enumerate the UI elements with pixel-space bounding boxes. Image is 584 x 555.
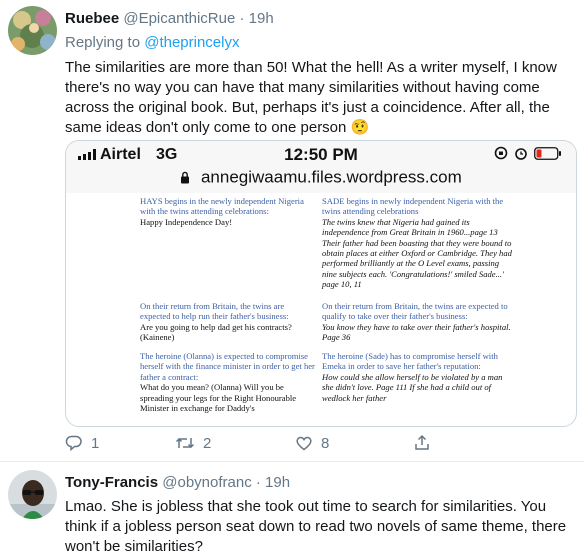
- like-count: 8: [321, 434, 330, 452]
- left-heading-3: The heroine (Olanna) is expected to comp…: [140, 351, 315, 382]
- user-handle[interactable]: @EpicanthicRue: [123, 10, 235, 27]
- share-icon: [415, 434, 429, 450]
- tweet-actions: 1 2 8: [65, 434, 465, 454]
- timestamp[interactable]: 19h: [265, 474, 290, 491]
- avatar[interactable]: [8, 470, 57, 519]
- right-quote-3: How could she allow herself to be violat…: [322, 371, 503, 403]
- mention-link[interactable]: @theprincelyx: [144, 34, 239, 51]
- browser-url-bar: annegiwaamu.files.wordpress.com: [66, 167, 576, 193]
- display-name[interactable]: Ruebee: [65, 10, 119, 27]
- replying-to: Replying to @theprincelyx: [65, 34, 240, 51]
- right-item-1: SADE begins in newly independent Nigeria…: [322, 196, 512, 290]
- reply-button[interactable]: 1: [65, 434, 99, 452]
- tweet-header: Ruebee @EpicanthicRue · 19h: [65, 10, 274, 27]
- right-quote-2: You know they have to take over their fa…: [322, 321, 511, 343]
- tweet-ruebee[interactable]: Ruebee @EpicanthicRue · 19h Replying to …: [0, 0, 584, 462]
- right-item-3: The heroine (Sade) has to compromise her…: [322, 351, 512, 403]
- reply-count: 1: [91, 434, 100, 452]
- display-name[interactable]: Tony-Francis: [65, 474, 158, 491]
- right-quote-1: The twins knew that Nigeria had gained i…: [322, 216, 512, 290]
- url-text: annegiwaamu.files.wordpress.com: [200, 167, 462, 187]
- left-item-1: HAYS begins in the newly independent Nig…: [140, 196, 316, 227]
- left-heading-2: On their return from Britain, the twins …: [140, 301, 289, 322]
- tweet-header: Tony-Francis @obynofranc · 19h: [65, 474, 290, 491]
- timestamp[interactable]: 19h: [249, 10, 274, 27]
- right-item-2: On their return from Britain, the twins …: [322, 301, 512, 343]
- left-quote-2: Are you going to help dad get his contra…: [140, 321, 292, 343]
- left-item-3: The heroine (Olanna) is expected to comp…: [140, 351, 316, 413]
- right-heading-2: On their return from Britain, the twins …: [322, 301, 508, 322]
- tweet-text: The similarities are more than 50! What …: [65, 59, 557, 136]
- replying-prefix: Replying to: [65, 34, 141, 51]
- reply-icon: [65, 435, 82, 452]
- left-item-2: On their return from Britain, the twins …: [140, 301, 316, 343]
- separator-dot: ·: [239, 10, 245, 27]
- book-comparison-document: HAYS begins in the newly independent Nig…: [66, 193, 576, 426]
- tweet-text: Lmao. She is jobless that she took out t…: [65, 498, 567, 555]
- avatar[interactable]: [8, 6, 57, 55]
- left-quote-1: Happy Independence Day!: [140, 216, 233, 227]
- user-handle[interactable]: @obynofranc: [162, 474, 251, 491]
- battery-icon: [534, 146, 561, 160]
- heart-icon: [296, 436, 312, 451]
- retweet-button[interactable]: 2: [175, 434, 211, 452]
- alarm-icon: [515, 148, 527, 160]
- retweet-count: 2: [203, 434, 212, 452]
- right-heading-3: The heroine (Sade) has to compromise her…: [322, 351, 498, 372]
- rotation-lock-icon: [494, 146, 508, 160]
- like-button[interactable]: 8: [295, 434, 329, 452]
- lock-icon: [181, 171, 190, 184]
- retweet-icon: [175, 437, 195, 449]
- share-button[interactable]: [413, 434, 431, 452]
- right-heading-1: SADE begins in newly independent Nigeria…: [322, 196, 504, 217]
- separator-dot: ·: [255, 474, 261, 491]
- left-heading-1: HAYS begins in the newly independent Nig…: [140, 196, 304, 217]
- status-icons: [494, 146, 562, 160]
- left-quote-3: What do you mean? (Olanna) Will you be s…: [140, 382, 297, 414]
- tweet-media-image[interactable]: Airtel 3G 12:50 PM annegiwaamu.files.wor…: [65, 140, 577, 427]
- phone-status-bar: Airtel 3G 12:50 PM: [66, 141, 576, 167]
